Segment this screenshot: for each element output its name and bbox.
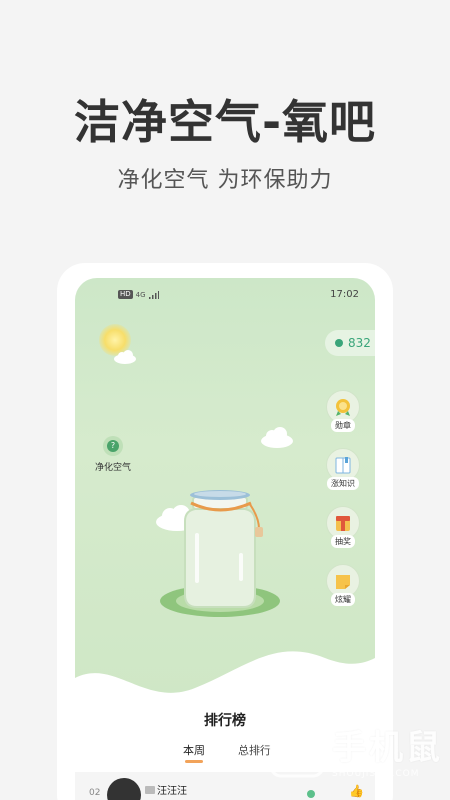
watermark-en: SHOUJISHU.COM <box>332 769 420 779</box>
row-name: 汪汪汪 <box>157 786 187 797</box>
lottery-label: 抽奖 <box>331 535 355 548</box>
hero-title: 洁净空气-氧吧 <box>73 95 377 149</box>
flag-icon <box>145 786 155 794</box>
knowledge-label: 涨知识 <box>327 477 359 490</box>
status-time: 17:02 <box>330 289 359 300</box>
purify-icon-bg: ? <box>103 436 123 456</box>
medal-label: 勋章 <box>331 419 355 432</box>
tab-this-week[interactable]: 本周 <box>183 742 205 758</box>
purify-air-button[interactable]: ? 净化空气 <box>95 436 131 473</box>
signal-bars-icon <box>148 290 159 299</box>
score-badge[interactable]: 832 <box>325 330 375 356</box>
medal-button[interactable]: 勋章 <box>325 390 361 432</box>
active-tab-indicator <box>185 760 203 763</box>
purify-label: 净化空气 <box>95 463 132 473</box>
watermark-logo-icon <box>269 722 325 777</box>
avatar <box>107 778 141 800</box>
watermark-cn: 手机鼠 <box>332 728 443 768</box>
cloud-icon <box>114 350 136 364</box>
row-rank: 02 <box>89 788 101 798</box>
leaf-icon <box>335 339 343 347</box>
signal-icon: 4G <box>135 290 146 299</box>
score-value: 832 <box>348 336 371 350</box>
hero-subtitle: 净化空气 为环保助力 <box>117 168 333 193</box>
leaf-icon <box>307 790 315 798</box>
like-icon[interactable]: 👍 <box>349 784 364 798</box>
lottery-button[interactable]: 抽奖 <box>325 506 361 548</box>
question-icon: ? <box>107 440 119 452</box>
oxygen-jar-icon <box>160 490 280 617</box>
watermark-text: 手机鼠 SHOUJISHU.COM <box>332 720 443 779</box>
status-icons: HD 4G <box>118 290 159 299</box>
tab-total-ranking[interactable]: 总排行 <box>238 742 271 758</box>
cloud-icon <box>261 427 293 448</box>
show-off-label: 炫耀 <box>331 593 355 606</box>
show-off-button[interactable]: 炫耀 <box>325 564 361 606</box>
row-name-wrap: 汪汪汪 <box>145 782 187 797</box>
hd-icon: HD <box>118 290 133 299</box>
watermark: 手机鼠 SHOUJISHU.COM <box>268 720 443 779</box>
knowledge-button[interactable]: 涨知识 <box>325 448 361 490</box>
